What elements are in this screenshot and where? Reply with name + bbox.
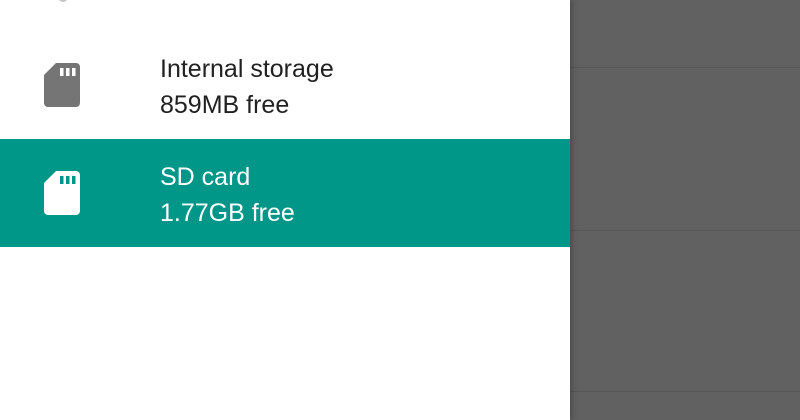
partial-icon: [58, 0, 68, 2]
storage-item-internal[interactable]: Internal storage 859MB free: [0, 31, 570, 139]
navigation-drawer: Internal storage 859MB free SD card 1.77…: [0, 0, 570, 420]
divider: [570, 391, 800, 392]
storage-free-space: 859MB free: [160, 91, 290, 119]
storage-item-label: SD card: [160, 163, 251, 191]
sd-card-icon: [44, 63, 80, 107]
sd-card-icon: [44, 171, 80, 215]
dimmed-background[interactable]: [570, 0, 800, 420]
storage-free-space: 1.77GB free: [160, 199, 295, 227]
divider: [570, 67, 800, 68]
divider: [570, 230, 800, 231]
screen: Internal storage 859MB free SD card 1.77…: [0, 0, 800, 420]
storage-item-label: Internal storage: [160, 55, 334, 83]
storage-item-sd-card[interactable]: SD card 1.77GB free: [0, 139, 570, 247]
